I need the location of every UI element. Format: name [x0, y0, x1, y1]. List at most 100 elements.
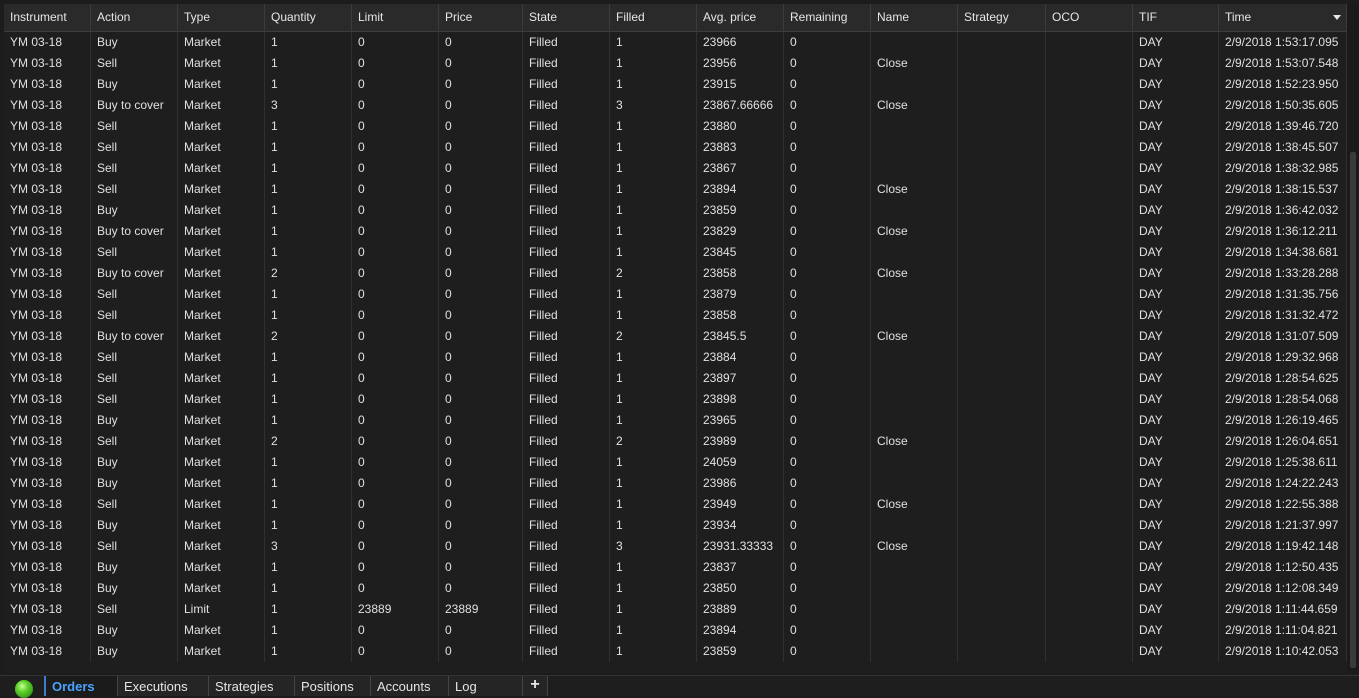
table-row[interactable]: YM 03-18 Buy to cover Market 2 0 0 Filled 2 2384… [4, 326, 1347, 347]
column-header-limit[interactable]: Limit [352, 4, 439, 31]
cell-time: 2/9/2018 1:11:04.821 [1219, 620, 1347, 641]
table-row[interactable]: YM 03-18 Sell Market 2 0 0 Filled 2 23989 0 Close D… [4, 431, 1347, 452]
table-row[interactable]: YM 03-18 Sell Market 1 0 0 Filled 1 23897 0 DAY 2/9… [4, 368, 1347, 389]
cell-name: Close [871, 431, 958, 452]
column-header-state[interactable]: State [523, 4, 610, 31]
table-row[interactable]: YM 03-18 Buy Market 1 0 0 Filled 1 23894 0 DAY 2/9/… [4, 620, 1347, 641]
column-header-tif[interactable]: TIF [1133, 4, 1219, 31]
table-row[interactable]: YM 03-18 Buy Market 1 0 0 Filled 1 23965 0 DAY 2/9/… [4, 410, 1347, 431]
cell-time: 2/9/2018 1:50:35.605 [1219, 95, 1347, 116]
cell-limit: 0 [352, 368, 439, 389]
scrollbar-thumb[interactable] [1350, 152, 1356, 668]
vertical-scrollbar[interactable] [1347, 4, 1359, 673]
tab-executions[interactable]: Executions [117, 676, 209, 696]
cell-filled: 2 [610, 326, 697, 347]
cell-oco [1046, 116, 1133, 137]
table-row[interactable]: YM 03-18 Buy Market 1 0 0 Filled 1 23859 0 DAY 2/9/… [4, 641, 1347, 662]
cell-remaining: 0 [784, 179, 871, 200]
cell-filled: 1 [610, 305, 697, 326]
cell-instrument: YM 03-18 [4, 389, 91, 410]
table-row[interactable]: YM 03-18 Sell Market 3 0 0 Filled 3 23931.33333 0… [4, 536, 1347, 557]
table-row[interactable]: YM 03-18 Sell Market 1 0 0 Filled 1 23880 0 DAY 2/9… [4, 116, 1347, 137]
tab-positions[interactable]: Positions [294, 676, 371, 696]
cell-limit: 0 [352, 116, 439, 137]
cell-action: Buy to cover [91, 263, 178, 284]
column-header-name[interactable]: Name [871, 4, 958, 31]
cell-instrument: YM 03-18 [4, 494, 91, 515]
cell-time: 2/9/2018 1:12:50.435 [1219, 557, 1347, 578]
tab-log[interactable]: Log [448, 676, 523, 696]
add-tab-button[interactable]: + [522, 676, 548, 696]
table-row[interactable]: YM 03-18 Buy to cover Market 2 0 0 Filled 2 2385… [4, 263, 1347, 284]
table-row[interactable]: YM 03-18 Sell Market 1 0 0 Filled 1 23883 0 DAY 2/9… [4, 137, 1347, 158]
cell-limit: 0 [352, 95, 439, 116]
cell-price: 0 [439, 221, 523, 242]
table-row[interactable]: YM 03-18 Sell Market 1 0 0 Filled 1 23898 0 DAY 2/9… [4, 389, 1347, 410]
cell-instrument: YM 03-18 [4, 620, 91, 641]
cell-oco [1046, 431, 1133, 452]
cell-type: Market [178, 179, 265, 200]
sort-descending-icon[interactable] [1333, 15, 1341, 20]
table-row[interactable]: YM 03-18 Buy Market 1 0 0 Filled 1 24059 0 DAY 2/9/… [4, 452, 1347, 473]
cell-oco [1046, 620, 1133, 641]
cell-oco [1046, 53, 1133, 74]
column-header-action[interactable]: Action [91, 4, 178, 31]
cell-avg-price: 23883 [697, 137, 784, 158]
cell-filled: 1 [610, 137, 697, 158]
cell-quantity: 3 [265, 536, 352, 557]
cell-limit: 0 [352, 641, 439, 662]
cell-time: 2/9/2018 1:39:46.720 [1219, 116, 1347, 137]
column-header-time[interactable]: Time [1219, 4, 1347, 31]
cell-limit: 0 [352, 32, 439, 53]
table-row[interactable]: YM 03-18 Buy to cover Market 1 0 0 Filled 1 2382… [4, 221, 1347, 242]
tab-strategies[interactable]: Strategies [208, 676, 295, 696]
table-row[interactable]: YM 03-18 Sell Limit 1 23889 23889 Filled 1 23889… [4, 599, 1347, 620]
cell-action: Sell [91, 347, 178, 368]
column-header-oco[interactable]: OCO [1046, 4, 1133, 31]
cell-type: Market [178, 74, 265, 95]
table-row[interactable]: YM 03-18 Buy Market 1 0 0 Filled 1 23986 0 DAY 2/9/… [4, 473, 1347, 494]
cell-quantity: 1 [265, 620, 352, 641]
cell-avg-price: 23934 [697, 515, 784, 536]
cell-name [871, 389, 958, 410]
cell-tif: DAY [1133, 53, 1219, 74]
cell-avg-price: 23965 [697, 410, 784, 431]
cell-avg-price: 23989 [697, 431, 784, 452]
table-row[interactable]: YM 03-18 Buy Market 1 0 0 Filled 1 23859 0 DAY 2/9/… [4, 200, 1347, 221]
table-row[interactable]: YM 03-18 Sell Market 1 0 0 Filled 1 23894 0 Close D… [4, 179, 1347, 200]
cell-time: 2/9/2018 1:12:08.349 [1219, 578, 1347, 599]
column-header-avg-price[interactable]: Avg. price [697, 4, 784, 31]
cell-name [871, 620, 958, 641]
table-row[interactable]: YM 03-18 Sell Market 1 0 0 Filled 1 23858 0 DAY 2/9… [4, 305, 1347, 326]
column-header-instrument[interactable]: Instrument [4, 4, 91, 31]
column-header-strategy[interactable]: Strategy [958, 4, 1046, 31]
table-row[interactable]: YM 03-18 Buy Market 1 0 0 Filled 1 23934 0 DAY 2/9/… [4, 515, 1347, 536]
cell-name: Close [871, 326, 958, 347]
table-row[interactable]: YM 03-18 Sell Market 1 0 0 Filled 1 23956 0 Close D… [4, 53, 1347, 74]
cell-action: Sell [91, 284, 178, 305]
table-row[interactable]: YM 03-18 Buy Market 1 0 0 Filled 1 23837 0 DAY 2/9/… [4, 557, 1347, 578]
tab-accounts[interactable]: Accounts [370, 676, 449, 696]
column-header-filled[interactable]: Filled [610, 4, 697, 31]
table-row[interactable]: YM 03-18 Buy Market 1 0 0 Filled 1 23966 0 DAY 2/9/… [4, 32, 1347, 53]
cell-strategy [958, 326, 1046, 347]
column-header-remaining[interactable]: Remaining [784, 4, 871, 31]
table-row[interactable]: YM 03-18 Sell Market 1 0 0 Filled 1 23879 0 DAY 2/9… [4, 284, 1347, 305]
table-row[interactable]: YM 03-18 Buy to cover Market 3 0 0 Filled 3 2386… [4, 95, 1347, 116]
table-row[interactable]: YM 03-18 Buy Market 1 0 0 Filled 1 23915 0 DAY 2/9/… [4, 74, 1347, 95]
table-row[interactable]: YM 03-18 Sell Market 1 0 0 Filled 1 23845 0 DAY 2/9… [4, 242, 1347, 263]
cell-time: 2/9/2018 1:53:17.095 [1219, 32, 1347, 53]
column-header-price[interactable]: Price [439, 4, 523, 31]
cell-avg-price: 23915 [697, 74, 784, 95]
cell-filled: 1 [610, 578, 697, 599]
table-row[interactable]: YM 03-18 Sell Market 1 0 0 Filled 1 23949 0 Close D… [4, 494, 1347, 515]
tab-orders[interactable]: Orders [44, 676, 118, 696]
column-header-type[interactable]: Type [178, 4, 265, 31]
cell-tif: DAY [1133, 494, 1219, 515]
table-row[interactable]: YM 03-18 Buy Market 1 0 0 Filled 1 23850 0 DAY 2/9/… [4, 578, 1347, 599]
column-header-quantity[interactable]: Quantity [265, 4, 352, 31]
table-row[interactable]: YM 03-18 Sell Market 1 0 0 Filled 1 23884 0 DAY 2/9… [4, 347, 1347, 368]
cell-tif: DAY [1133, 347, 1219, 368]
table-row[interactable]: YM 03-18 Sell Market 1 0 0 Filled 1 23867 0 DAY 2/9… [4, 158, 1347, 179]
cell-price: 0 [439, 179, 523, 200]
